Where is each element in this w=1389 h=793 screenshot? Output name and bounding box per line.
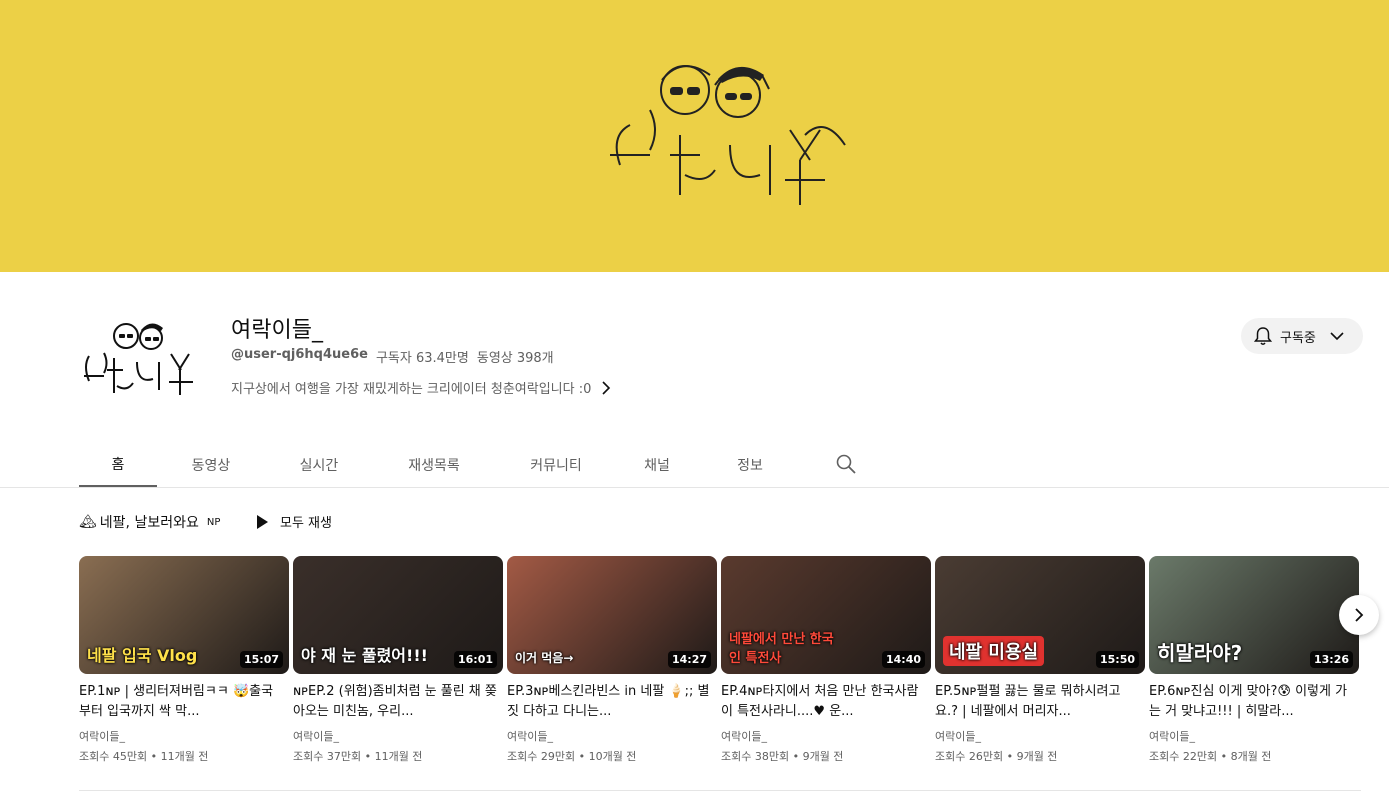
video-stats: 조회수 45만회 • 11개월 전: [79, 750, 209, 763]
play-all-label: 모두 재생: [280, 516, 332, 531]
video-title[interactable]: EP.1ɴᴘ | 생리터져버림ㅋㅋ 🤯출국부터 입국까지 싹 막...: [79, 682, 289, 722]
tabs-divider: [0, 487, 1389, 488]
video-card[interactable]: 네팔 입국 Vlog 15:07 EP.1ɴᴘ | 생리터져버림ㅋㅋ 🤯출국부터…: [79, 556, 289, 764]
chevron-right-icon: [602, 380, 611, 395]
video-thumbnail[interactable]: 네팔 입국 Vlog 15:07: [79, 556, 289, 674]
tab-live[interactable]: 실시간: [265, 442, 373, 488]
video-title[interactable]: EP.6ɴᴘ진심 이게 맞아?😰 이렇게 가는 거 맞냐고!!! | 히말라..…: [1149, 682, 1359, 722]
tab-playlists[interactable]: 재생목록: [373, 442, 495, 488]
video-stats: 조회수 38만회 • 9개월 전: [721, 750, 844, 763]
video-duration: 13:26: [1309, 651, 1353, 668]
video-channel[interactable]: 여락이들_: [1149, 728, 1359, 744]
video-title[interactable]: ɴᴘEP.2 (위험)좀비처럼 눈 풀린 채 쫒아오는 미친놈, 우리...: [293, 682, 503, 722]
shelf-title[interactable]: 🏔 네팔, 날보러와요 NP: [79, 512, 220, 532]
channel-banner: [0, 0, 1389, 272]
video-thumbnail[interactable]: 네팔 미용실 15:50: [935, 556, 1145, 674]
subscriber-count: 구독자 63.4만명: [375, 351, 469, 366]
video-card[interactable]: 야 재 눈 풀렸어!!! 16:01 ɴᴘEP.2 (위험)좀비처럼 눈 풀린 …: [293, 556, 503, 764]
video-title[interactable]: EP.5ɴᴘ펄펄 끓는 물로 뭐하시려고요.? | 네팔에서 머리자...: [935, 682, 1145, 722]
video-duration: 14:40: [881, 651, 925, 668]
tab-videos[interactable]: 동영상: [157, 442, 265, 488]
subscribed-button[interactable]: 구독중: [1241, 318, 1363, 354]
video-shelf: 네팔 입국 Vlog 15:07 EP.1ɴᴘ | 생리터져버림ㅋㅋ 🤯출국부터…: [79, 556, 1361, 766]
video-stats: 조회수 29만회 • 10개월 전: [507, 750, 637, 763]
shelf-title-text: 네팔, 날보러와요: [99, 515, 199, 531]
video-count: 동영상 398개: [476, 351, 554, 366]
video-channel[interactable]: 여락이들_: [935, 728, 1145, 744]
video-stats: 조회수 22만회 • 8개월 전: [1149, 750, 1272, 763]
video-channel[interactable]: 여락이들_: [721, 728, 931, 744]
play-all-button[interactable]: 모두 재생: [256, 512, 332, 531]
bell-icon: [1254, 327, 1272, 345]
video-duration: 14:27: [667, 651, 711, 668]
shelf-title-suffix: NP: [206, 516, 221, 528]
video-title[interactable]: EP.4ɴᴘ타지에서 처음 만난 한국사람이 특전사라니....♥ 운...: [721, 682, 931, 722]
thumbnail-caption: 네팔 입국 Vlog: [87, 646, 198, 665]
video-stats: 조회수 37만회 • 11개월 전: [293, 750, 423, 763]
video-card[interactable]: 이거 먹음→ 14:27 EP.3ɴᴘ베스킨라빈스 in 네팔 🍦;; 별짓 다…: [507, 556, 717, 764]
video-stats: 조회수 26만회 • 9개월 전: [935, 750, 1058, 763]
channel-description-text: 지구상에서 여행을 가장 재밌게하는 크리에이터 청춘여락입니다 :0: [231, 382, 592, 397]
video-card[interactable]: 네팔 미용실 15:50 EP.5ɴᴘ펄펄 끓는 물로 뭐하시려고요.? | 네…: [935, 556, 1145, 764]
channel-tabs: 홈 동영상 실시간 재생목록 커뮤니티 채널 정보: [79, 442, 803, 488]
tab-about[interactable]: 정보: [697, 442, 803, 488]
video-thumbnail[interactable]: 네팔에서 만난 한국인 특전사 14:40: [721, 556, 931, 674]
video-duration: 15:50: [1095, 651, 1139, 668]
video-channel[interactable]: 여락이들_: [79, 728, 289, 744]
tab-community[interactable]: 커뮤니티: [495, 442, 617, 488]
chevron-right-icon: [1355, 608, 1364, 622]
subscribed-label: 구독중: [1280, 330, 1316, 346]
channel-name: 여락이들_: [231, 318, 323, 343]
thumbnail-caption: 이거 먹음→: [515, 651, 574, 665]
video-card[interactable]: 히말라야? 13:26 EP.6ɴᴘ진심 이게 맞아?😰 이렇게 가는 거 맞냐…: [1149, 556, 1359, 764]
tab-home[interactable]: 홈: [79, 442, 157, 488]
channel-description[interactable]: 지구상에서 여행을 가장 재밌게하는 크리에이터 청춘여락입니다 :0: [231, 378, 611, 397]
search-icon[interactable]: [836, 454, 856, 474]
shelf-next-button[interactable]: [1339, 595, 1379, 635]
video-channel[interactable]: 여락이들_: [507, 728, 717, 744]
channel-avatar[interactable]: [79, 318, 206, 398]
channel-meta: @user-qj6hq4ue6e 구독자 63.4만명 동영상 398개: [231, 347, 554, 366]
section-divider: [79, 790, 1361, 791]
tab-channels[interactable]: 채널: [617, 442, 697, 488]
thumbnail-caption: 네팔 미용실: [943, 636, 1045, 666]
video-duration: 16:01: [453, 651, 497, 668]
video-thumbnail[interactable]: 야 재 눈 풀렸어!!! 16:01: [293, 556, 503, 674]
channel-logo-art: [610, 65, 846, 205]
video-card[interactable]: 네팔에서 만난 한국인 특전사 14:40 EP.4ɴᴘ타지에서 처음 만난 한…: [721, 556, 931, 764]
video-thumbnail[interactable]: 이거 먹음→ 14:27: [507, 556, 717, 674]
video-duration: 15:07: [239, 651, 283, 668]
thumbnail-caption: 히말라야?: [1157, 641, 1243, 665]
video-thumbnail[interactable]: 히말라야? 13:26: [1149, 556, 1359, 674]
play-icon: [257, 514, 268, 529]
video-title[interactable]: EP.3ɴᴘ베스킨라빈스 in 네팔 🍦;; 별짓 다하고 다니는...: [507, 682, 717, 722]
thumbnail-caption: 야 재 눈 풀렸어!!!: [301, 646, 428, 665]
chevron-down-icon: [1330, 332, 1344, 341]
video-channel[interactable]: 여락이들_: [293, 728, 503, 744]
channel-handle: @user-qj6hq4ue6e: [231, 347, 368, 362]
mountain-icon: 🏔: [79, 514, 97, 530]
thumbnail-caption: 네팔에서 만난 한국인 특전사: [729, 632, 834, 666]
